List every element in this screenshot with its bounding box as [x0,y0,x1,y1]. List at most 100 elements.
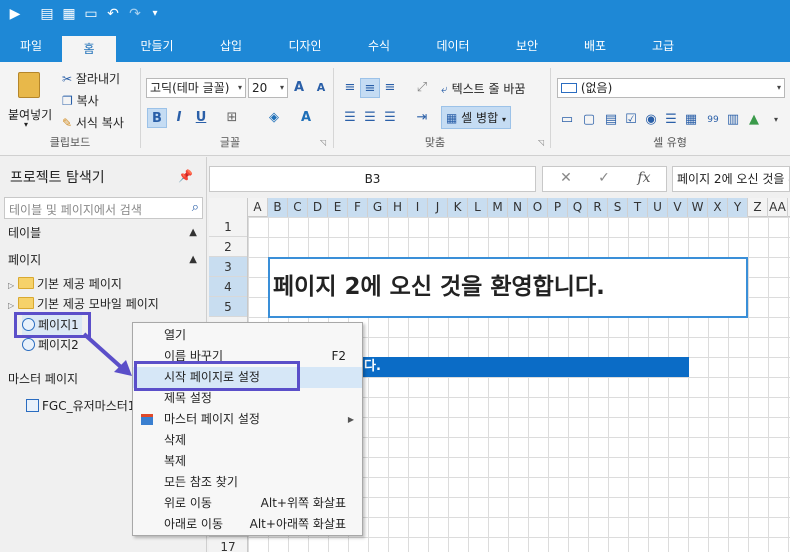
column-header[interactable]: K [448,198,468,217]
font-color-icon[interactable]: A [296,108,316,128]
name-box[interactable]: B3 [209,166,536,192]
border-icon[interactable]: ⊞ [222,108,242,128]
tab-deploy[interactable]: 배포 [568,30,622,62]
button-cell-icon[interactable]: ▢ [579,110,599,130]
column-header[interactable]: L [468,198,488,217]
italic-icon[interactable]: I [169,108,189,128]
row-header[interactable]: 4 [209,277,247,297]
more-cell-types-icon[interactable]: ▾ [766,110,786,130]
tab-insert[interactable]: 삽입 [204,30,258,62]
column-header[interactable]: V [668,198,688,217]
tree-node-builtin-pages[interactable]: ▷ 기본 제공 페이지 [8,274,122,294]
grid-cell-icon[interactable]: ▥ [723,110,743,130]
menu-item-set-title[interactable]: 제목 설정 [133,388,362,409]
align-top-icon[interactable]: ≡ [340,78,360,98]
tree-node-page2[interactable]: 페이지2 [22,335,79,355]
align-center-icon[interactable]: ☰ [360,108,380,128]
textbox-cell-icon[interactable]: ▭ [557,110,577,130]
tree-node-master1[interactable]: FGC_유저마스터1 [26,396,135,416]
column-header[interactable]: I [408,198,428,217]
column-header[interactable]: Y [728,198,748,217]
column-header[interactable]: N [508,198,528,217]
paste-button[interactable]: 붙여넣기 ▾ [6,68,58,129]
tab-create[interactable]: 만들기 [130,30,184,62]
column-header[interactable]: W [688,198,708,217]
indent-icon[interactable]: ⇥ [412,108,432,128]
list-cell-icon[interactable]: ☰ [661,110,681,130]
font-size-select[interactable]: 20 ▾ [248,78,288,98]
column-header[interactable]: Q [568,198,588,217]
number-cell-icon[interactable]: 99 [703,110,723,130]
column-header[interactable]: B [268,198,288,217]
formula-input[interactable]: 페이지 2에 오신 것을 환영합니다. [672,166,790,192]
play-icon[interactable]: ▶ [6,5,24,23]
grow-font-icon[interactable]: A [289,78,309,98]
confirm-icon[interactable]: ✓ [591,170,617,188]
column-header[interactable]: H [388,198,408,217]
column-header[interactable]: M [488,198,508,217]
column-header[interactable]: C [288,198,308,217]
column-header[interactable]: T [628,198,648,217]
radio-cell-icon[interactable]: ◉ [641,110,661,130]
section-pages[interactable]: 페이지 ▲ [0,249,207,271]
function-icon[interactable]: fx [631,170,657,188]
save-icon[interactable]: ▦ [60,5,78,23]
align-right-icon[interactable]: ☰ [380,108,400,128]
column-header[interactable]: U [648,198,668,217]
collapse-icon[interactable]: ▲ [189,222,197,244]
cell-type-select[interactable]: (없음) ▾ [557,78,785,98]
orientation-icon[interactable]: ⤢ [412,78,432,98]
tab-home[interactable]: 홈 [62,36,116,62]
tab-data[interactable]: 데이터 [426,30,480,62]
column-header[interactable]: G [368,198,388,217]
tab-formulas[interactable]: 수식 [352,30,406,62]
fill-color-icon[interactable]: ◈ [264,108,284,128]
tab-design[interactable]: 디자인 [278,30,332,62]
wrap-text-button[interactable]: ⤶ 텍스트 줄 바꿈 [441,80,525,97]
underline-icon[interactable]: U [191,108,211,128]
menu-item-duplicate[interactable]: 복제 [133,451,362,472]
cut-button[interactable]: ✂ 잘라내기 [62,70,120,87]
menu-item-set-master-page[interactable]: 마스터 페이지 설정 ▶ [133,409,362,430]
format-painter-button[interactable]: ✎ 서식 복사 [62,114,124,131]
column-header[interactable]: O [528,198,548,217]
combo-cell-icon[interactable]: ▤ [601,110,621,130]
image-cell-icon[interactable]: ▲ [744,110,764,130]
align-left-icon[interactable]: ☰ [340,108,360,128]
column-header[interactable]: S [608,198,628,217]
new-file-icon[interactable]: ▤ [38,5,56,23]
tab-advanced[interactable]: 고급 [636,30,690,62]
menu-item-move-down[interactable]: 아래로 이동 Alt+아래쪽 화살표 [133,514,362,535]
copy-button[interactable]: ❐ 복사 [62,92,99,109]
column-header[interactable]: R [588,198,608,217]
cancel-icon[interactable]: ✕ [553,170,579,188]
date-cell-icon[interactable]: ▦ [681,110,701,130]
merge-cells-button[interactable]: ▦ 셀 병합 ▾ [441,106,511,129]
column-header[interactable]: X [708,198,728,217]
explorer-search-input[interactable]: 테이블 및 페이지에서 검색 ⌕ [4,197,203,219]
shrink-font-icon[interactable]: A [311,78,331,98]
row-header[interactable]: 17 [209,537,247,552]
search-icon[interactable]: ⌕ [192,200,199,215]
collapse-icon[interactable]: ▲ [189,249,197,271]
blue-banner-cell[interactable]: 다. [348,357,689,377]
select-all-corner[interactable] [209,198,248,217]
row-header[interactable]: 2 [209,237,247,257]
column-header[interactable]: AA [768,198,788,217]
merged-cell-b3[interactable]: 페이지 2에 오신 것을 환영합니다. [268,257,748,318]
tab-security[interactable]: 보안 [500,30,554,62]
section-tables[interactable]: 테이블 ▲ [0,222,207,244]
tab-file[interactable]: 파일 [8,30,54,62]
font-family-select[interactable]: 고딕(테마 글꼴) ▾ [146,78,246,98]
column-header[interactable]: P [548,198,568,217]
pin-icon[interactable]: 📌 [178,169,193,183]
align-middle-icon[interactable]: ≡ [360,78,380,98]
row-header[interactable]: 1 [209,217,247,237]
redo-icon[interactable]: ↷ [126,5,144,23]
menu-item-delete[interactable]: 삭제 [133,430,362,451]
column-header[interactable]: F [348,198,368,217]
row-header[interactable]: 5 [209,297,247,317]
menu-item-open[interactable]: 열기 [133,325,362,346]
bold-icon[interactable]: B [147,108,167,128]
column-header[interactable]: A [248,198,268,217]
